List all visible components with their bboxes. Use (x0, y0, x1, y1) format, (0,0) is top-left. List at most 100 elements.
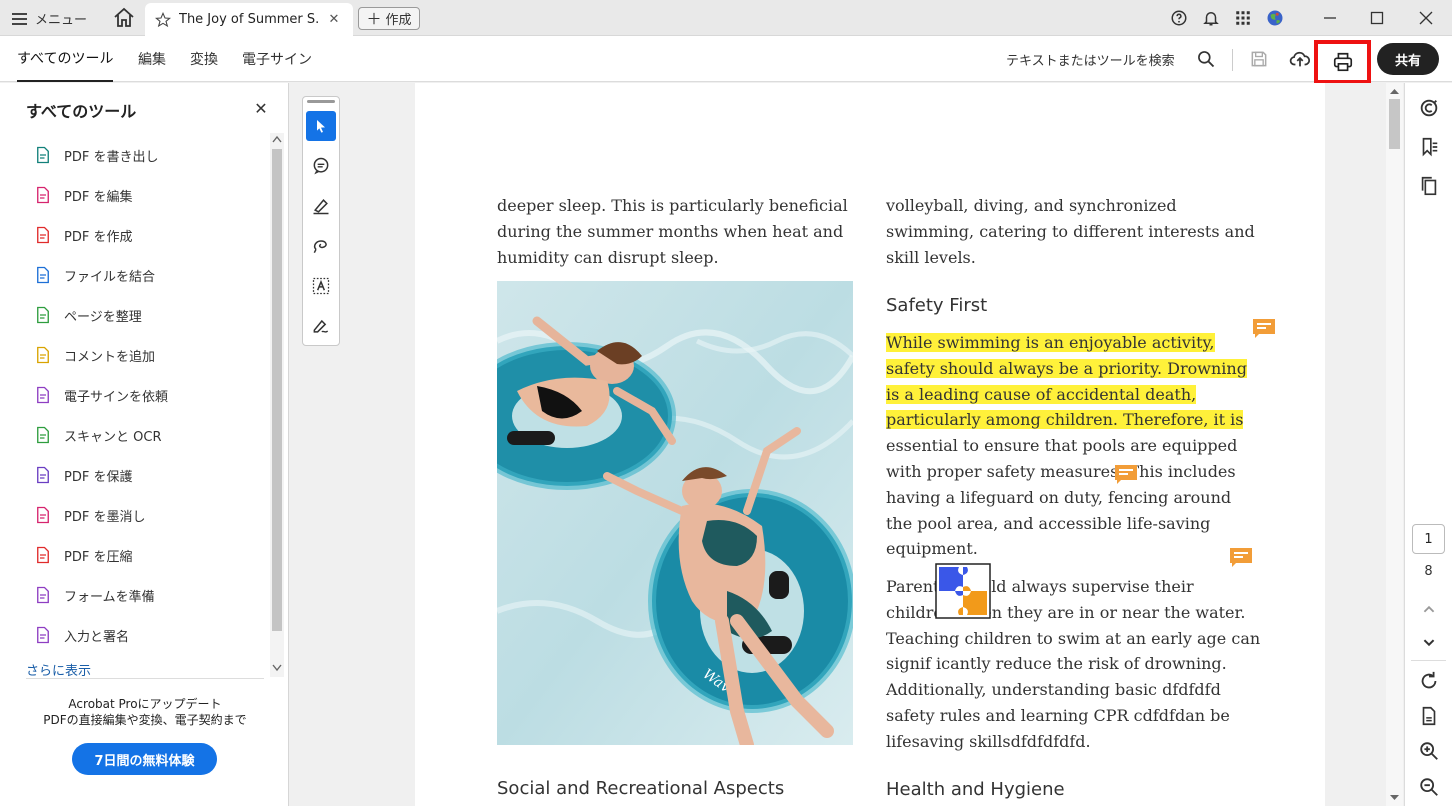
rotate-icon[interactable] (1418, 670, 1440, 692)
tool-item[interactable]: スキャンと OCR (34, 423, 161, 447)
compress-pdf-icon (37, 546, 49, 564)
comment-note-icon[interactable] (1253, 319, 1275, 338)
highlighted-line[interactable]: safety should always be a priority. Drow… (886, 356, 1247, 382)
prepare-form-icon (37, 586, 49, 604)
cloud-upload-icon[interactable] (1289, 48, 1311, 70)
doc-scroll-down-icon[interactable] (1389, 794, 1400, 802)
scroll-down-icon[interactable] (272, 664, 282, 672)
maximize-button[interactable] (1362, 6, 1392, 30)
page-number-input[interactable]: 1 (1412, 524, 1445, 554)
close-panel-icon[interactable]: ✕ (253, 99, 269, 118)
cursor-icon (317, 120, 325, 133)
tool-item[interactable]: PDF を保護 (34, 463, 132, 487)
home-icon[interactable] (112, 6, 136, 30)
tool-item[interactable]: PDF を圧縮 (34, 543, 132, 567)
heading-health-hygiene: Health and Hygiene (886, 779, 1065, 800)
tab-convert[interactable]: 変換 (190, 36, 218, 82)
right-column-top-text: volleyball, diving, and synchronized swi… (886, 193, 1255, 270)
document-scrollbar[interactable] (1386, 83, 1403, 806)
document-tab[interactable]: The Joy of Summer S... ✕ (145, 3, 353, 36)
apps-grid-icon[interactable] (1234, 9, 1252, 27)
star-icon[interactable] (155, 11, 171, 28)
menu-label: メニュー (35, 12, 88, 28)
text-line: signif icantly reduce the risk of drowni… (886, 654, 1227, 674)
tool-label: 電子サインを依頼 (64, 389, 169, 405)
pages-icon[interactable] (1418, 175, 1440, 197)
text-select-tool[interactable] (306, 271, 336, 301)
signature-icon (313, 319, 329, 333)
rail-divider (1411, 660, 1446, 661)
add-comment-icon (37, 346, 49, 364)
doc-scroll-up-icon[interactable] (1389, 87, 1400, 95)
tool-item[interactable]: PDF を書き出し (34, 143, 158, 167)
share-button[interactable]: 共有 (1377, 43, 1439, 75)
tab-edit[interactable]: 編集 (138, 36, 166, 82)
puzzle-stamp-icon[interactable] (935, 563, 991, 619)
highlighted-line[interactable]: While swimming is an enjoyable activity, (886, 330, 1247, 356)
tool-item[interactable]: コメントを追加 (34, 343, 155, 367)
tool-search-label[interactable]: テキストまたはツールを検索 (1006, 50, 1175, 69)
select-tool[interactable] (306, 111, 336, 141)
text-line: Additionally, understanding basic dfdfdf… (886, 680, 1221, 700)
tab-esign[interactable]: 電子サイン (242, 36, 312, 82)
tool-item[interactable]: PDF を編集 (34, 183, 132, 207)
comment-note-icon[interactable] (1230, 548, 1252, 567)
tool-label: PDF を編集 (64, 189, 133, 205)
bell-icon[interactable] (1202, 9, 1220, 27)
save-icon[interactable] (1249, 49, 1269, 69)
print-button[interactable] (1314, 40, 1371, 84)
panel-scrollbar-thumb[interactable] (272, 149, 282, 631)
fill-sign-icon (37, 626, 49, 644)
tool-item[interactable]: ページを整理 (34, 303, 142, 327)
close-icon (1419, 11, 1433, 25)
free-trial-button[interactable]: 7日間の無料体験 (72, 743, 217, 775)
printer-icon (1333, 52, 1352, 72)
text-line: having a lifeguard on duty, fencing arou… (886, 487, 1232, 507)
zoom-in-icon[interactable] (1418, 740, 1440, 762)
avatar[interactable] (1266, 9, 1284, 27)
search-icon[interactable] (1196, 49, 1216, 69)
tool-item[interactable]: PDF を作成 (34, 223, 132, 247)
comment-tool[interactable] (306, 151, 336, 181)
create-pdf-icon (37, 226, 49, 244)
zoom-out-icon[interactable] (1418, 776, 1440, 798)
sign-tool[interactable] (306, 311, 336, 341)
close-tab-icon[interactable]: ✕ (327, 12, 341, 27)
document-scrollbar-thumb[interactable] (1389, 99, 1400, 149)
page-fit-icon[interactable] (1418, 705, 1440, 727)
tool-item[interactable]: 電子サインを依頼 (34, 383, 168, 407)
toolbar-grip[interactable] (307, 100, 335, 103)
text-line: volleyball, diving, and synchronized (886, 196, 1177, 215)
comment-note-icon[interactable] (1115, 465, 1137, 484)
scroll-up-icon[interactable] (272, 135, 282, 143)
tool-item[interactable]: 入力と署名 (34, 623, 129, 647)
left-column-top-text: deeper sleep. This is particularly benef… (497, 193, 848, 270)
tool-item[interactable]: PDF を墨消し (34, 503, 145, 527)
tool-label: PDF を書き出し (64, 149, 159, 165)
bookmark-icon[interactable] (1418, 136, 1440, 158)
scan-ocr-icon (37, 426, 49, 444)
next-page-icon[interactable] (1418, 631, 1440, 653)
swimming-photo: Wave (497, 281, 853, 745)
highlighted-line[interactable]: is a leading cause of accidental death, (886, 382, 1247, 408)
draw-tool[interactable] (306, 231, 336, 261)
create-button[interactable]: ＋ 作成 (358, 7, 420, 30)
show-more-link[interactable]: さらに表示 (26, 660, 91, 679)
tool-item[interactable]: フォームを準備 (34, 583, 155, 607)
text-line: with proper safety measures. This includ… (886, 461, 1236, 481)
highlight-tool[interactable] (306, 191, 336, 221)
panel-divider (26, 678, 264, 679)
highlighted-line[interactable]: particularly among children. Therefore, … (886, 407, 1247, 433)
help-icon[interactable] (1170, 9, 1188, 27)
title-bar: メニュー The Joy of Summer S... ✕ ＋ 作成 (0, 0, 1452, 36)
document-viewport: deeper sleep. This is particularly benef… (290, 83, 1403, 806)
ai-assistant-icon[interactable] (1418, 97, 1440, 119)
minimize-button[interactable] (1315, 6, 1345, 30)
tool-item[interactable]: ファイルを結合 (34, 263, 155, 287)
text-line: the pool area, and accessible life-savin… (886, 513, 1211, 533)
close-window-button[interactable] (1411, 6, 1441, 30)
text-line: essential to ensure that pools are equip… (886, 436, 1238, 456)
tab-all-tools[interactable]: すべてのツール (17, 36, 114, 82)
previous-page-icon[interactable] (1418, 598, 1440, 620)
menu-button[interactable]: メニュー (12, 7, 87, 29)
